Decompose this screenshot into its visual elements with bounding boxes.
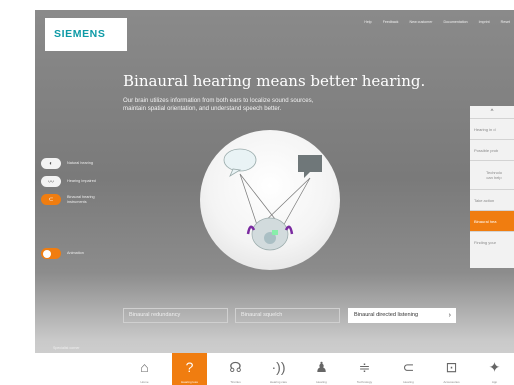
ear-impaired-icon: 〰 <box>41 176 61 187</box>
binaural-directed-listening-button[interactable]: Binaural directed listening › <box>348 308 456 323</box>
toggle-natural-hearing[interactable]: ◐ Natural hearing <box>41 158 93 169</box>
tab-hearing-care[interactable]: ·)) Hearing care <box>261 353 296 385</box>
subtitle-line-2: maintain spatial orientation, and unders… <box>123 105 282 112</box>
side-item-label-line-2: can help <box>486 175 502 180</box>
ear-icon: ◐ <box>41 158 61 169</box>
tab-hearing-aids[interactable]: ⊂ Hearing <box>391 353 426 385</box>
nav-feedback-link[interactable]: Feedback <box>383 20 399 24</box>
chevron-up-icon[interactable]: ^ <box>470 106 514 118</box>
tab-label: Hearing loss <box>181 380 198 384</box>
sound-waves-icon: ·)) <box>271 359 286 375</box>
tab-label: Tinnitus <box>230 380 241 384</box>
tab-label: Hearing <box>403 380 414 384</box>
toggle-label-line-1: Binaural hearing <box>67 194 95 199</box>
button-label: Binaural directed listening <box>354 312 419 318</box>
tab-hearing[interactable]: ♟ Hearing <box>304 353 339 385</box>
person-sound-icon: ♟ <box>315 359 328 375</box>
specialist-corner-link[interactable]: Specialist corner <box>53 346 80 350</box>
question-ear-icon: ? <box>185 359 194 375</box>
toggle-binaural-instruments[interactable]: ⊂ Binaural hearing instruments <box>41 194 95 205</box>
side-item-binaural-hearing[interactable]: Binaural hea <box>470 210 514 231</box>
tab-label: Home <box>140 380 149 384</box>
nav-documentation-link[interactable]: Documentation <box>443 20 467 24</box>
page-frame: SIEMENS Help Feedback New customer Docum… <box>0 0 514 385</box>
toggle-hearing-impaired[interactable]: 〰 Hearing impaired <box>41 176 96 187</box>
head-top-view-icon <box>246 217 294 251</box>
nav-help-link[interactable]: Help <box>364 20 371 24</box>
toggle-animation[interactable]: Animation <box>41 248 84 259</box>
speech-bubble-right-icon <box>298 155 322 178</box>
toggle-label: Natural hearing <box>67 161 93 166</box>
chevron-right-icon: › <box>448 312 451 319</box>
bottom-tab-bar: ⌂ Home ? Hearing loss ☊ Tinnitus ·)) Hea… <box>35 353 514 385</box>
hearing-aid-icon: ⊂ <box>402 359 415 375</box>
binaural-squelch-button[interactable]: Binaural squelch <box>235 308 340 323</box>
tab-label: Hearing care <box>269 380 288 384</box>
binaural-redundancy-button[interactable]: Binaural redundancy <box>123 308 228 323</box>
tab-technology[interactable]: ≑ Technology <box>347 353 382 385</box>
side-item-finding[interactable]: Finding your <box>470 231 514 252</box>
toggle-label: Hearing impaired <box>67 179 96 184</box>
toggle-label: Animation <box>67 251 84 256</box>
tab-accessories[interactable]: ⊡ Accessories <box>434 353 469 385</box>
side-item-possible-problems[interactable]: Possible prob <box>470 139 514 160</box>
side-item-technology[interactable]: Technolo can help <box>470 160 514 189</box>
toggle-icon <box>41 248 61 259</box>
toggle-knob <box>43 249 51 258</box>
tab-label: App <box>491 380 498 384</box>
top-navigation: Help Feedback New customer Documentation… <box>364 20 510 24</box>
toggle-label: Binaural hearing instruments <box>67 195 95 205</box>
logo-box[interactable]: SIEMENS <box>45 18 127 51</box>
app-stage: SIEMENS Help Feedback New customer Docum… <box>35 10 514 385</box>
tab-label: Accessories <box>443 380 460 384</box>
speech-bubble-left-icon <box>223 148 257 177</box>
tab-app[interactable]: ✦ App <box>477 353 512 385</box>
tab-home[interactable]: ⌂ Home <box>127 353 162 385</box>
app-icon: ✦ <box>488 359 501 375</box>
topic-side-panel: ^ Hearing in d Possible prob Technolo ca… <box>470 106 514 268</box>
nav-reset-link[interactable]: Reset <box>501 20 510 24</box>
tab-label: Technology <box>356 380 373 384</box>
accessories-icon: ⊡ <box>445 359 458 375</box>
page-subtitle: Our brain utilizes information from both… <box>123 97 313 113</box>
siemens-logo: SIEMENS <box>54 28 106 40</box>
tab-tinnitus[interactable]: ☊ Tinnitus <box>218 353 253 385</box>
hearing-aid-icon: ⊂ <box>41 194 61 205</box>
binaural-illustration <box>223 148 322 251</box>
brain-icon: ☊ <box>229 359 242 375</box>
equalizer-icon: ≑ <box>358 359 371 375</box>
toggle-label-line-2: instruments <box>67 199 87 204</box>
page-title: Binaural hearing means better hearing. <box>123 72 426 90</box>
nav-imprint-link[interactable]: Imprint <box>479 20 490 24</box>
home-icon: ⌂ <box>140 359 149 375</box>
subtitle-line-1: Our brain utilizes information from both… <box>123 97 314 104</box>
nav-new-customer-link[interactable]: New customer <box>409 20 432 24</box>
side-item-take-action[interactable]: Take action <box>470 189 514 210</box>
side-item-hearing[interactable]: Hearing in d <box>470 118 514 139</box>
side-item-label: Technolo can help <box>486 170 502 180</box>
tab-hearing-loss[interactable]: ? Hearing loss <box>172 353 207 385</box>
tab-label: Hearing <box>316 380 327 384</box>
